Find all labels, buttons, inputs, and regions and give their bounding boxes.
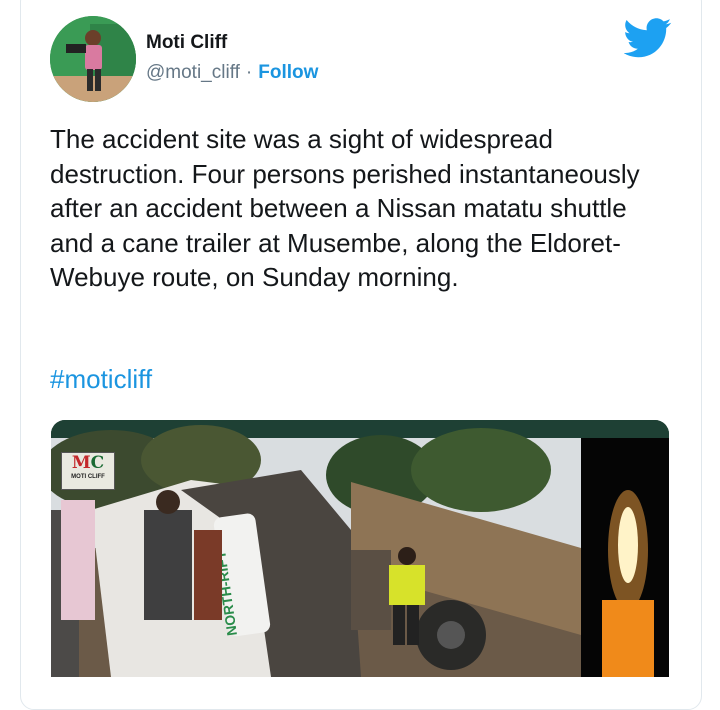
avatar-photo	[50, 16, 136, 102]
hashtag-link[interactable]: #moticliff	[50, 364, 152, 395]
moti-cliff-logo: MC MOTI CLIFF	[61, 452, 115, 490]
tweet-text: The accident site was a sight of widespr…	[50, 124, 640, 292]
accident-photo: NORTH-RIFT	[51, 420, 669, 677]
avatar[interactable]	[50, 16, 136, 102]
author-handle[interactable]: @moti_cliff	[146, 62, 240, 83]
tweet-media[interactable]: NORTH-RIFT MC MOTI CLIFF	[51, 420, 669, 677]
twitter-bird-icon[interactable]	[624, 18, 672, 58]
follow-button[interactable]: Follow	[258, 62, 318, 83]
author-name[interactable]: Moti Cliff	[146, 32, 227, 54]
handle-row: @moti_cliff · Follow	[146, 62, 318, 84]
separator-dot: ·	[245, 62, 253, 83]
